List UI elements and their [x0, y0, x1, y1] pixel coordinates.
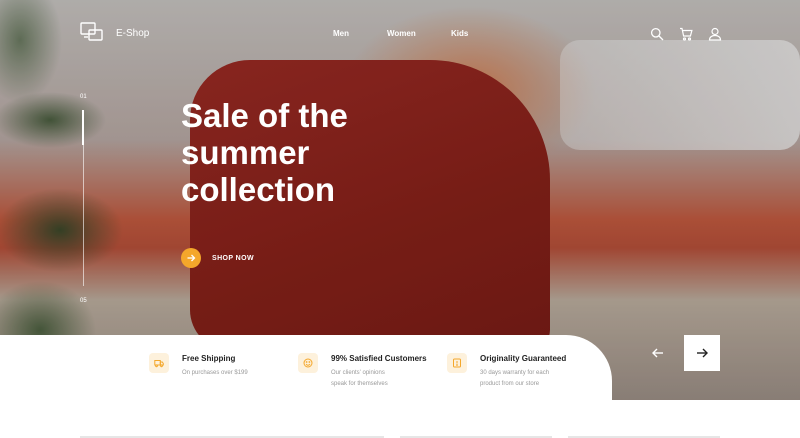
- slide-prev-button[interactable]: [640, 335, 676, 371]
- nav-item-men[interactable]: Men: [333, 29, 349, 38]
- search-icon[interactable]: [650, 27, 664, 41]
- slide-progress-track: [82, 110, 84, 286]
- shop-now-label: SHOP NOW: [212, 254, 254, 262]
- arrow-right-icon: [697, 348, 708, 358]
- header-actions: [650, 27, 722, 43]
- certificate-icon: [447, 353, 467, 373]
- site-header: E-Shop Men Women Kids: [0, 0, 800, 68]
- hero-headline-line-1: Sale of the: [181, 97, 348, 134]
- hero-headline-line-2: summer: [181, 134, 310, 171]
- feature-description: On purchases over $199: [182, 370, 248, 376]
- nav-item-kids[interactable]: Kids: [451, 29, 468, 38]
- slide-current: 01: [80, 94, 87, 100]
- feature-title: Originality Guaranteed: [480, 354, 567, 363]
- smile-icon: [298, 353, 318, 373]
- brand-name: E-Shop: [116, 27, 150, 39]
- features-bar: Free Shipping On purchases over $199 99%…: [0, 335, 612, 401]
- hero-headline-line-3: collection: [181, 171, 336, 208]
- shipping-icon: [149, 353, 169, 373]
- arrow-left-icon: [652, 348, 663, 358]
- logo-devices-icon: [80, 22, 103, 41]
- feature-description: Our clients' opinions speak for themselve…: [331, 370, 388, 387]
- hero-headline: Sale of the summer collection: [181, 97, 441, 208]
- brand-logo[interactable]: E-Shop: [80, 22, 149, 44]
- slide-next-button[interactable]: [684, 335, 720, 371]
- feature-title: 99% Satisfied Customers: [331, 354, 427, 363]
- user-icon[interactable]: [708, 27, 722, 41]
- cta-arrow-circle: [181, 248, 201, 268]
- slide-progress-fill: [82, 110, 84, 146]
- arrow-right-icon: [187, 254, 196, 262]
- shop-now-button[interactable]: SHOP NOW: [181, 248, 254, 268]
- nav-item-women[interactable]: Women: [387, 29, 416, 38]
- feature-description: 30 days warranty for each product from ou…: [480, 370, 550, 387]
- slide-total: 05: [80, 298, 87, 304]
- slide-pager: 01 05: [80, 94, 90, 306]
- page-section-below: [0, 401, 800, 438]
- cart-icon[interactable]: [679, 27, 693, 41]
- feature-title: Free Shipping: [182, 354, 236, 363]
